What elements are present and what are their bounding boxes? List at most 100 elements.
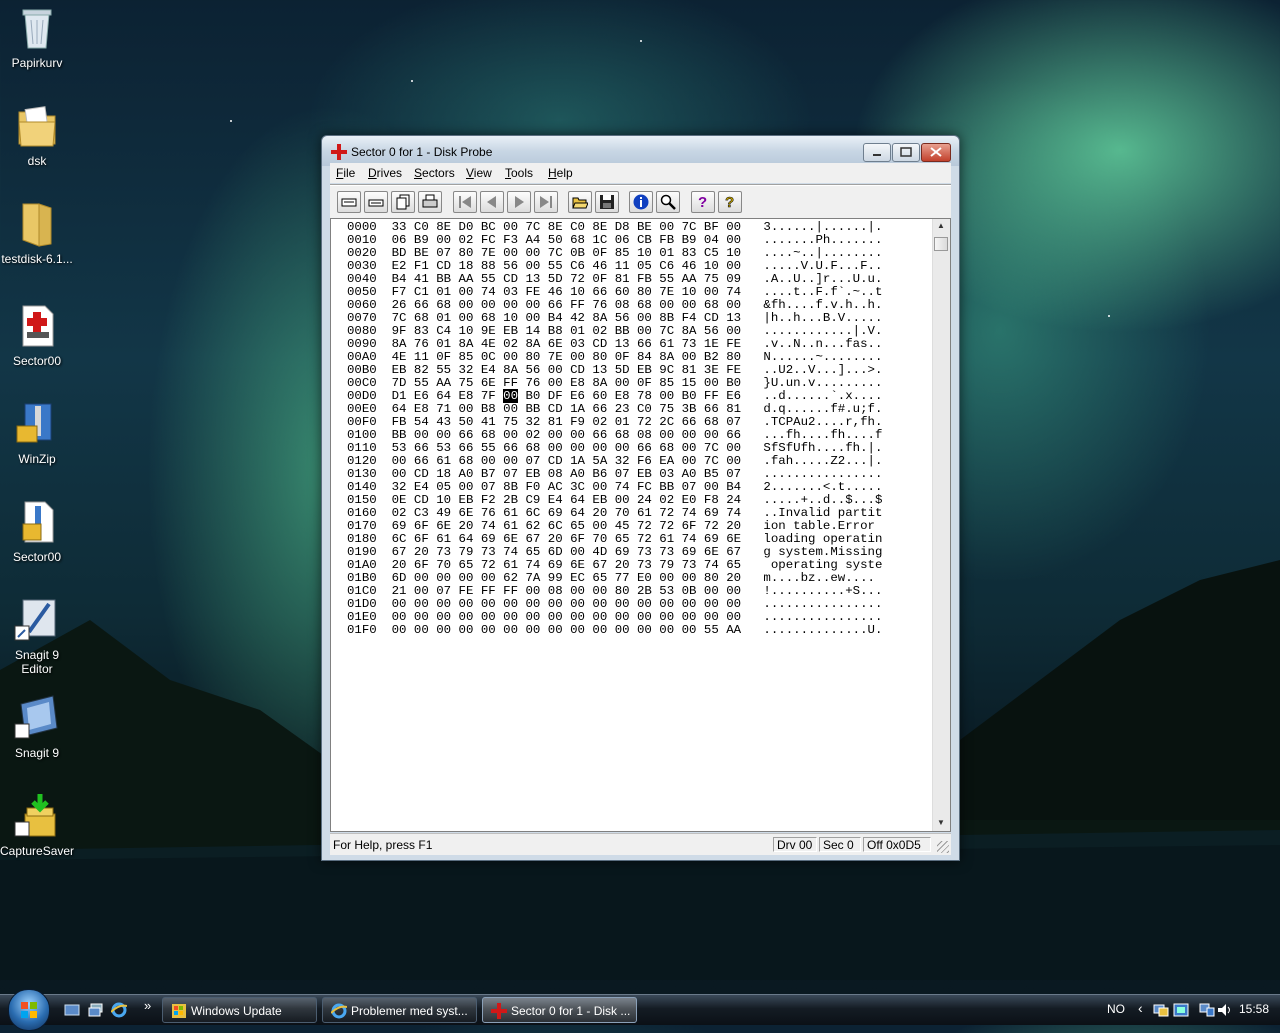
menu-sectors[interactable]: Sectors (414, 166, 455, 180)
clock[interactable]: 15:58 (1239, 1002, 1269, 1016)
scroll-thumb[interactable] (934, 237, 948, 251)
maximize-button[interactable] (892, 143, 920, 162)
menu-tools[interactable]: Tools (505, 166, 533, 180)
hex-offset: 0100 (347, 428, 377, 442)
selected-byte[interactable]: 00 (503, 389, 519, 403)
hex-bytes[interactable]: 6C 6F 61 64 69 6E 67 20 6F 70 65 72 61 7… (392, 532, 741, 546)
status-sector: Sec 0 (819, 837, 861, 852)
hex-bytes[interactable]: 0E CD 10 EB F2 2B C9 E4 64 EB 00 24 02 E… (392, 493, 741, 507)
menu-view[interactable]: View (466, 166, 492, 180)
hex-view[interactable]: 0000 33 C0 8E D0 BC 00 7C 8E C0 8E D8 BE… (330, 218, 951, 832)
hex-bytes[interactable]: 06 B9 00 02 FC F3 A4 50 68 1C 06 CB FB B… (392, 233, 741, 247)
hex-bytes[interactable]: 4E 11 0F 85 0C 00 80 7E 00 80 0F 84 8A 0… (392, 350, 741, 364)
next-sector-button[interactable] (507, 191, 531, 213)
title-bar[interactable]: Sector 0 for 1 - Disk Probe (322, 136, 959, 166)
start-button[interactable] (8, 989, 50, 1031)
scroll-up-icon[interactable]: ▲ (937, 221, 945, 230)
hex-bytes[interactable]: 33 C0 8E D0 BC 00 7C 8E C0 8E D8 BE 00 7… (392, 220, 741, 234)
menu-help[interactable]: Help (548, 166, 573, 180)
hex-bytes[interactable]: 8A 76 01 8A 4E 02 8A 6E 03 CD 13 66 61 7… (392, 337, 741, 351)
hex-bytes[interactable]: 7D 55 AA 75 6E FF 76 00 E8 8A 00 0F 85 1… (392, 376, 741, 390)
hex-ascii: .....V.U.F...F.. (763, 259, 883, 273)
desktop-icon-testdisk[interactable]: testdisk-6.1... (0, 200, 74, 266)
tray-security-icon[interactable] (1173, 1002, 1189, 1018)
tray-expand-icon[interactable]: ‹ (1138, 1000, 1143, 1016)
hex-bytes[interactable]: 32 E4 05 00 07 8B F0 AC 3C 00 74 FC BB 0… (392, 480, 741, 494)
hex-bytes[interactable]: 6D 00 00 00 00 62 7A 99 EC 65 77 E0 00 0… (392, 571, 741, 585)
quick-launch-overflow[interactable]: » (144, 998, 151, 1013)
menu-file[interactable]: File (336, 166, 355, 180)
hex-dump[interactable]: 0000 33 C0 8E D0 BC 00 7C 8E C0 8E D8 BE… (347, 221, 882, 637)
write-sector-button[interactable] (364, 191, 388, 213)
copy-button[interactable] (391, 191, 415, 213)
hex-bytes[interactable]: 53 66 53 66 55 66 68 00 00 00 00 66 68 0… (392, 441, 741, 455)
hex-bytes[interactable]: 9F 83 C4 10 9E EB 14 B8 01 02 BB 00 7C 8… (392, 324, 741, 338)
hex-bytes[interactable]: D1 E6 64 E8 7F 00 B0 DF E6 60 E8 78 00 B… (392, 389, 741, 403)
first-sector-button[interactable] (453, 191, 477, 213)
tray-network-icon[interactable] (1153, 1002, 1169, 1018)
desktop-icon-sector00-zip[interactable]: Sector00 (0, 498, 74, 564)
resize-grip[interactable] (937, 841, 949, 853)
menu-drives[interactable]: Drives (368, 166, 402, 180)
hex-bytes[interactable]: B4 41 BB AA 55 CD 13 5D 72 0F 81 FB 55 A… (392, 272, 741, 286)
tray-volume-icon[interactable] (1217, 1002, 1233, 1018)
vertical-scrollbar[interactable]: ▲ ▼ (932, 219, 950, 831)
desktop-icon-snagit-editor[interactable]: Snagit 9 Editor (0, 596, 74, 676)
help-button[interactable]: ? (691, 191, 715, 213)
desktop-icon-recycle-bin[interactable]: Papirkurv (0, 4, 74, 70)
search-button[interactable] (656, 191, 680, 213)
hex-bytes[interactable]: E2 F1 CD 18 88 56 00 55 C6 46 11 05 C6 4… (392, 259, 741, 273)
hex-bytes[interactable]: 00 00 00 00 00 00 00 00 00 00 00 00 00 0… (392, 623, 741, 637)
open-file-button[interactable] (568, 191, 592, 213)
hex-offset: 0020 (347, 246, 377, 260)
hex-ascii: ..d......`.x.... (763, 389, 883, 403)
taskbar-item-windows-update[interactable]: Windows Update (162, 997, 317, 1023)
desktop-icon-dsk[interactable]: dsk (0, 102, 74, 168)
hex-bytes[interactable]: 02 C3 49 6E 76 61 6C 69 64 20 70 61 72 7… (392, 506, 741, 520)
close-button[interactable] (921, 143, 951, 162)
status-offset: Off 0x0D5 (863, 837, 931, 852)
desktop-icon-capturesaver[interactable]: CaptureSaver (0, 792, 74, 858)
show-desktop-icon[interactable] (64, 1002, 80, 1018)
language-indicator[interactable]: NO (1107, 1002, 1125, 1016)
desktop-icon-sector00[interactable]: Sector00 (0, 302, 74, 368)
desktop-icon-label: Snagit 9 Editor (14, 648, 60, 676)
hex-bytes[interactable]: 00 66 61 68 00 00 07 CD 1A 5A 32 F6 EA 0… (392, 454, 741, 468)
minimize-button[interactable] (863, 143, 891, 162)
context-help-button[interactable]: ? (718, 191, 742, 213)
save-button[interactable] (595, 191, 619, 213)
hex-bytes[interactable]: 64 E8 71 00 B8 00 BB CD 1A 66 23 C0 75 3… (392, 402, 741, 416)
hex-bytes[interactable]: 7C 68 01 00 68 10 00 B4 42 8A 56 00 8B F… (392, 311, 741, 325)
hex-bytes[interactable]: BD BE 07 80 7E 00 00 7C 0B 0F 85 10 01 8… (392, 246, 741, 260)
hex-bytes[interactable]: F7 C1 01 00 74 03 FE 46 10 66 60 80 7E 1… (392, 285, 741, 299)
hex-offset: 0120 (347, 454, 377, 468)
print-button[interactable] (418, 191, 442, 213)
taskbar-item-problemer[interactable]: Problemer med syst... (322, 997, 477, 1023)
desktop-icon-winzip[interactable]: WinZip (0, 400, 74, 466)
hex-bytes[interactable]: 67 20 73 79 73 74 65 6D 00 4D 69 73 73 6… (392, 545, 741, 559)
hex-bytes[interactable]: 00 CD 18 A0 B7 07 EB 08 A0 B6 07 EB 03 A… (392, 467, 741, 481)
first-sector-icon (459, 196, 471, 208)
hex-bytes[interactable]: 26 66 68 00 00 00 00 66 FF 76 08 68 00 0… (392, 298, 741, 312)
hex-bytes[interactable]: 00 00 00 00 00 00 00 00 00 00 00 00 00 0… (392, 597, 741, 611)
last-sector-button[interactable] (534, 191, 558, 213)
previous-sector-button[interactable] (480, 191, 504, 213)
hex-bytes[interactable]: BB 00 00 66 68 00 02 00 00 66 68 08 00 0… (392, 428, 741, 442)
scroll-down-icon[interactable]: ▼ (937, 818, 945, 827)
hex-bytes[interactable]: EB 82 55 32 E4 8A 56 00 CD 13 5D EB 9C 8… (392, 363, 741, 377)
tray-connection-icon[interactable] (1199, 1002, 1215, 1018)
desktop-icon-snagit[interactable]: Snagit 9 (0, 694, 74, 760)
switch-windows-icon[interactable] (88, 1002, 104, 1018)
hex-bytes[interactable]: FB 54 43 50 41 75 32 81 F9 02 01 72 2C 6… (392, 415, 741, 429)
hex-bytes[interactable]: 20 6F 70 65 72 61 74 69 6E 67 20 73 79 7… (392, 558, 741, 572)
hex-row[interactable]: 01F0 00 00 00 00 00 00 00 00 00 00 00 00… (347, 624, 882, 637)
internet-explorer-icon[interactable] (111, 1002, 127, 1018)
desktop-icon-label: Sector00 (12, 550, 62, 564)
hex-ascii: |h..h...B.V..... (763, 311, 883, 325)
read-sector-button[interactable] (337, 191, 361, 213)
hex-bytes[interactable]: 69 6F 6E 20 74 61 62 6C 65 00 45 72 72 6… (392, 519, 741, 533)
hex-bytes[interactable]: 21 00 07 FE FF FF 00 08 00 00 80 2B 53 0… (392, 584, 741, 598)
hex-bytes[interactable]: 00 00 00 00 00 00 00 00 00 00 00 00 00 0… (392, 610, 741, 624)
taskbar-item-disk-probe[interactable]: Sector 0 for 1 - Disk ... (482, 997, 637, 1023)
info-button[interactable] (629, 191, 653, 213)
